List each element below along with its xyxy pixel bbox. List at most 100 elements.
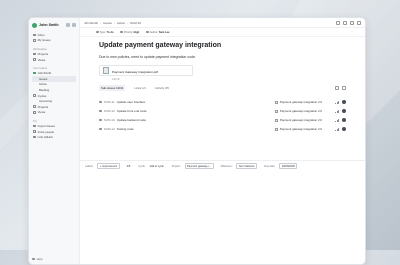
sidebar-item-import-issues[interactable]: Import issues xyxy=(32,123,76,129)
priority-property[interactable]: Priority: High xyxy=(120,31,139,34)
priority-bars-icon[interactable] xyxy=(335,100,340,104)
app-window: John Smith Inbox My issues Workspace Pro… xyxy=(28,17,366,265)
due-date-value[interactable]: 03/09/2025 xyxy=(279,163,298,169)
tab-activity[interactable]: Activity 3/5 xyxy=(155,86,169,90)
sidebar-item-team-projects[interactable]: Projects xyxy=(32,104,76,110)
sidebar-item-link-github[interactable]: Link GitHub xyxy=(32,134,76,140)
assignee-property[interactable]: Author: Sam Lee xyxy=(146,30,170,34)
sidebar-item-views[interactable]: Views xyxy=(32,57,76,63)
sidebar-item-backlog[interactable]: Backlog xyxy=(32,87,76,93)
sidebar-item-label: Backlog xyxy=(39,87,50,92)
task-project-label: Payment gateway integration 2.0 xyxy=(279,109,322,114)
issue-properties: Type: To do Priority: High Author: Sam L… xyxy=(80,28,365,37)
plus-icon[interactable] xyxy=(335,85,339,90)
milestone-value[interactable]: Set milestone xyxy=(236,163,258,169)
labels-label: Labels: xyxy=(85,164,94,168)
task-title: Testing code xyxy=(116,127,134,132)
assignee-label: Author: xyxy=(149,30,159,34)
tab-sub-issues[interactable]: Sub-issues 10/41 xyxy=(99,85,126,91)
task-project[interactable]: Payment gateway integration 2.0 xyxy=(275,118,322,122)
task-project[interactable]: Payment gateway integration 2.0 xyxy=(275,100,322,104)
attachment-name: Payment Gateway Integration.pdf xyxy=(112,69,158,74)
user-icon xyxy=(33,39,36,42)
task-title: Update front end code xyxy=(116,109,147,114)
tab-links[interactable]: Links 1/1 xyxy=(134,86,146,90)
cycle-value[interactable]: Add to cycle xyxy=(150,165,164,168)
help-button[interactable]: Help xyxy=(32,257,43,261)
more-icon[interactable] xyxy=(350,20,354,25)
status-circle-icon[interactable] xyxy=(99,100,102,104)
main-panel: JohnSmith › Issues › Active › SUM-10 Typ… xyxy=(80,18,365,264)
avatar[interactable] xyxy=(342,100,346,105)
avatar[interactable] xyxy=(342,127,346,132)
breadcrumb-team[interactable]: JohnSmith xyxy=(84,21,98,25)
issue-description[interactable]: Due to new policies, need to update paym… xyxy=(99,55,346,59)
chevron-right-icon: › xyxy=(127,20,129,25)
sidebar-item-label: Upcoming xyxy=(39,99,53,104)
type-property[interactable]: Type: To do xyxy=(96,31,113,34)
project-icon xyxy=(275,109,279,113)
status-icon xyxy=(96,30,99,34)
task-project[interactable]: Payment gateway integration 2.0 xyxy=(275,109,322,113)
issue-content: Update payment gateway integration Due t… xyxy=(80,42,365,134)
attachment[interactable]: Payment Gateway Integration.pdf 240 kB xyxy=(99,65,193,81)
list-item[interactable]: SUM-11 Update user interface Payment gat… xyxy=(99,98,346,107)
issue-title[interactable]: Update payment gateway integration xyxy=(99,42,346,49)
layers-icon xyxy=(33,111,36,114)
star-icon[interactable] xyxy=(343,20,347,25)
sidebar-item-label: Import issues xyxy=(37,123,55,128)
issue-tabs: Sub-issues 10/41 Links 1/1 Activity 3/5 xyxy=(99,85,346,91)
avatar[interactable] xyxy=(342,118,346,123)
labels-value[interactable]: + Improvement xyxy=(97,163,120,169)
issue-footer: Labels: + Improvement 0/5 Cycle: Add to … xyxy=(80,160,365,171)
task-project[interactable]: Payment gateway integration 2.0 xyxy=(275,127,322,131)
cycle-icon xyxy=(33,94,36,97)
breadcrumb-active[interactable]: Active xyxy=(117,21,125,25)
task-title: Update backend code xyxy=(116,118,147,123)
sidebar-item-label: Cycles xyxy=(37,93,47,98)
filter-icon[interactable] xyxy=(342,85,346,90)
search-icon[interactable] xyxy=(66,23,70,27)
project-value[interactable]: Payment gateway i... xyxy=(184,163,214,169)
priority-bars-icon[interactable] xyxy=(335,118,340,122)
list-item[interactable]: SUM-14 Testing code Payment gateway inte… xyxy=(99,125,346,134)
sidebar-item-my-issues[interactable]: My issues xyxy=(32,38,76,44)
sidebar-item-projects[interactable]: Projects xyxy=(32,51,76,57)
status-circle-icon[interactable] xyxy=(99,127,102,131)
sidebar-item-label: Views xyxy=(37,110,46,115)
estimate-value[interactable]: 0/5 xyxy=(127,165,131,168)
priority-bars-icon[interactable] xyxy=(335,127,340,131)
task-id: SUM-14 xyxy=(103,127,115,132)
sidebar-item-label: My issues xyxy=(37,38,51,43)
sidebar-item-label: Link GitHub xyxy=(37,135,53,140)
task-project-label: Payment gateway integration 2.0 xyxy=(279,127,322,132)
sidebar-item-issues[interactable]: Issues xyxy=(32,75,76,82)
workspace-switcher[interactable]: John Smith xyxy=(29,18,79,32)
help-icon xyxy=(32,257,35,261)
compose-icon[interactable] xyxy=(72,23,76,27)
priority-label: Priority: xyxy=(123,30,133,34)
project-icon xyxy=(275,127,279,131)
close-icon[interactable] xyxy=(357,20,361,25)
status-circle-icon[interactable] xyxy=(99,109,102,113)
due-date-label: Due date: xyxy=(264,164,276,168)
list-item[interactable]: SUM-13 Update backend code Payment gatew… xyxy=(99,116,346,125)
avatar[interactable] xyxy=(342,109,346,114)
github-icon xyxy=(33,135,36,139)
priority-bars-icon[interactable] xyxy=(335,109,340,113)
sidebar-item-inbox[interactable]: Inbox xyxy=(32,32,76,38)
sub-issue-list: SUM-11 Update user interface Payment gat… xyxy=(99,98,346,134)
link-icon[interactable] xyxy=(336,20,340,25)
sidebar-item-label: Invite people xyxy=(37,129,54,134)
priority-value: High xyxy=(133,30,140,34)
status-circle-icon[interactable] xyxy=(99,118,102,122)
sidebar-item-label: JohnSmith xyxy=(37,71,52,76)
breadcrumb-issues[interactable]: Issues xyxy=(103,21,112,25)
task-id: SUM-13 xyxy=(103,118,115,123)
avatar-icon xyxy=(146,30,149,34)
assignee-value: Sam Lee xyxy=(158,30,170,34)
sidebar-item-team-views[interactable]: Views xyxy=(32,110,76,116)
breadcrumb-issue-id[interactable]: SUM-10 xyxy=(130,21,141,25)
list-item[interactable]: SUM-12 Update front end code Payment gat… xyxy=(99,107,346,116)
sidebar-item-label: Issues xyxy=(39,76,48,81)
